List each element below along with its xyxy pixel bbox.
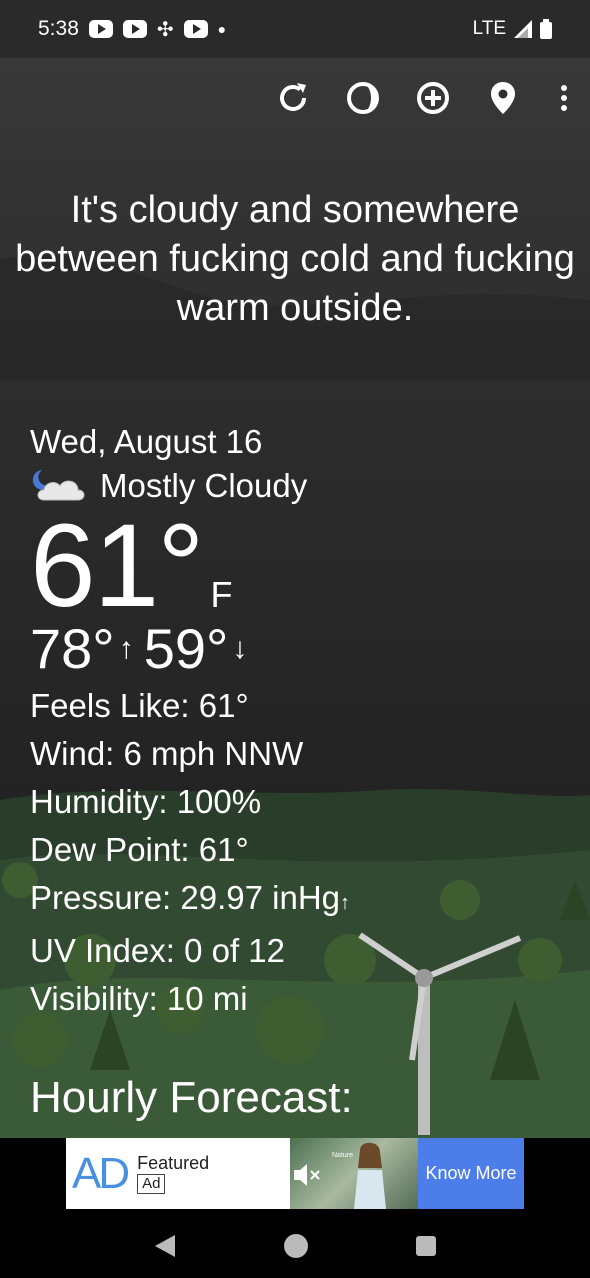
ad-person-image [354, 1142, 386, 1209]
weather-headline: It's cloudy and somewhere between fuckin… [15, 189, 575, 329]
status-bar: 5:38 ✣ ● LTE [0, 0, 590, 58]
date-label: Wed, August 16 [30, 423, 263, 460]
ad-text: Featured Ad [137, 1154, 209, 1194]
visibility: Visibility: 10 mi [30, 980, 248, 1017]
system-navigation-bar [0, 1213, 590, 1278]
ad-banner[interactable]: AD Featured Ad Nature Know More [66, 1138, 524, 1209]
youtube-notification-icon [122, 20, 147, 38]
humidity: Humidity: 100% [30, 783, 262, 820]
pressure-row: Pressure: 29.97 inHg↑ [30, 874, 350, 927]
signal-icon [514, 20, 532, 38]
youtube-notification-icon [183, 20, 208, 38]
status-right: LTE [473, 18, 552, 40]
arrow-up-icon: ↑ [118, 632, 134, 665]
dew-point: Dew Point: 61° [30, 831, 249, 868]
low-temperature: 59° [143, 617, 229, 680]
add-location-icon[interactable] [414, 74, 452, 122]
back-icon[interactable] [153, 1233, 177, 1259]
mute-icon[interactable] [292, 1160, 322, 1190]
more-vert-icon[interactable] [554, 74, 574, 122]
battery-icon [540, 19, 552, 39]
app-toolbar [274, 74, 574, 122]
location-pin-icon[interactable] [484, 74, 522, 122]
ad-image[interactable]: Nature [290, 1138, 418, 1209]
status-left: 5:38 ✣ ● [38, 17, 226, 42]
current-temperature: 61° [30, 500, 204, 632]
more-notifications-dot-icon: ● [217, 21, 227, 37]
temperature-unit: F [210, 574, 233, 615]
network-type: LTE [472, 18, 506, 39]
feels-like: Feels Like: 61° [30, 687, 249, 724]
ad-badge: Ad [137, 1173, 166, 1194]
status-time: 5:38 [38, 17, 79, 40]
wind: Wind: 6 mph NNW [30, 735, 304, 772]
pressure-rising-icon: ↑ [340, 892, 351, 914]
arrow-down-icon: ↓ [232, 632, 248, 665]
fan-notification-icon: ✣ [156, 18, 174, 41]
ad-banner-bar: AD Featured Ad Nature Know More [0, 1138, 590, 1213]
youtube-notification-icon [88, 20, 113, 38]
high-low-row: 78° ↑ 59° ↓ [30, 616, 350, 682]
ad-featured-label: Featured [137, 1152, 210, 1173]
ad-logo: AD [72, 1148, 130, 1198]
pressure: Pressure: 29.97 inHg [30, 879, 341, 916]
uv-index: UV Index: 0 of 12 [30, 932, 285, 969]
hourly-forecast-heading: Hourly Forecast: [30, 1073, 353, 1122]
home-icon[interactable] [283, 1233, 309, 1259]
high-temperature: 78° [30, 617, 115, 680]
know-more-button[interactable]: Know More [418, 1138, 524, 1209]
refresh-icon[interactable] [274, 74, 312, 122]
temperature-row: 61° F [30, 506, 350, 626]
moon-phase-icon[interactable] [344, 74, 382, 122]
recents-icon[interactable] [415, 1235, 437, 1257]
current-weather: Wed, August 16 Mostly Cloudy 61° F 78° ↑… [30, 420, 350, 1023]
